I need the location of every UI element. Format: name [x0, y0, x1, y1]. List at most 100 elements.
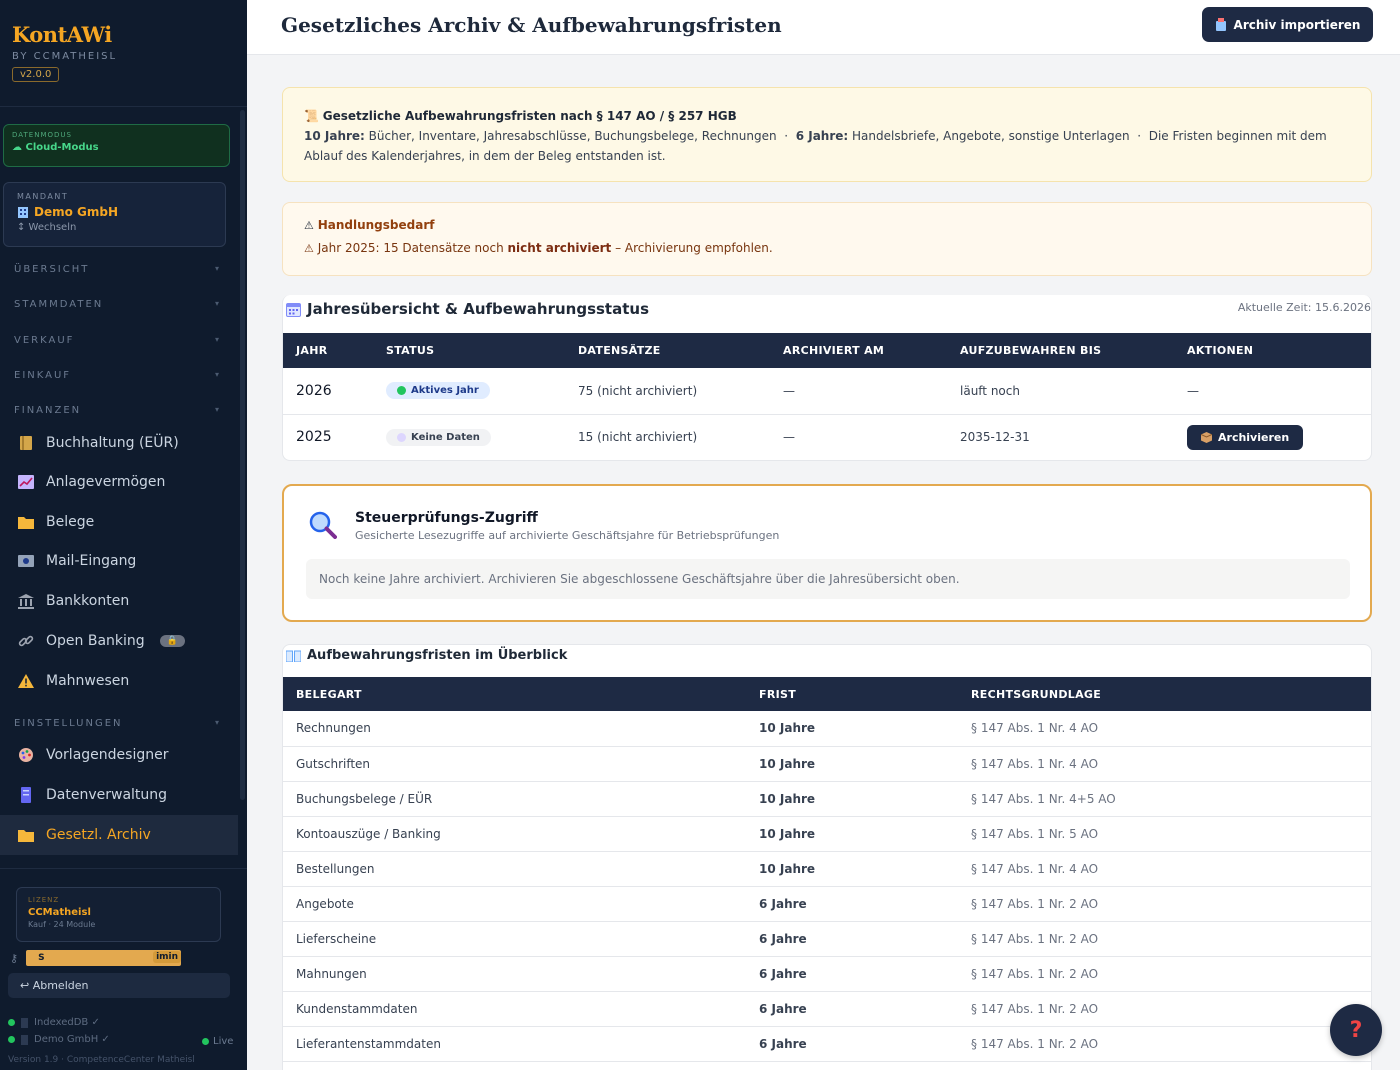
actions-cell: Archivieren [1174, 414, 1371, 460]
brand-title: KontAWi [12, 22, 112, 47]
action-title: Handlungsbedarf [317, 218, 435, 232]
status-live: Live [202, 1036, 233, 1047]
table-row: Kundenstammdaten 6 Jahre § 147 Abs. 1 Nr. … [283, 991, 1371, 1027]
col-period: FRIST [759, 687, 797, 701]
table-row: Mahnungen 6 Jahre § 147 Abs. 1 Nr. 2 AO [283, 956, 1371, 992]
year-overview-card: Jahresübersicht & Aufbewahrungsstatus Ak… [282, 295, 1372, 461]
sidebar-item-legal-archive[interactable]: Gesetzl. Archiv [0, 815, 238, 855]
sidebar-item-receipts[interactable]: Belege [0, 502, 238, 542]
data-mode-box[interactable]: DATENMODUS ☁ Cloud-Modus [3, 124, 230, 167]
sidebar-item-label: Buchhaltung (EÜR) [46, 435, 179, 451]
nav-section-overview[interactable]: ÜBERSICHT ▾ [14, 264, 219, 275]
status-client: Demo GmbH ✓ [8, 1034, 110, 1045]
user-initial: S [38, 953, 45, 963]
sidebar-item-label: Datenverwaltung [46, 787, 168, 803]
col-status: STATUS [386, 344, 435, 357]
nav-section-settings[interactable]: EINSTELLUNGEN ▾ [14, 718, 219, 729]
brand[interactable]: KontAWi BY CCMATHEISL v2.0.0 [12, 22, 117, 82]
archive-import-button[interactable]: Archiv importieren [1202, 7, 1373, 42]
retention-overview-title: Aufbewahrungsfristen im Überblick [286, 648, 567, 663]
sidebar-scrollbar[interactable] [240, 110, 245, 800]
info-ten-label: 10 Jahre: [304, 129, 365, 143]
sidebar-item-open-banking[interactable]: Open Banking 🔒 [0, 621, 238, 661]
mail-icon [17, 553, 34, 570]
warning-icon [17, 673, 34, 690]
table-row: Rechnungen 10 Jahre § 147 Abs. 1 Nr. 4 AO [283, 711, 1371, 747]
records-cell: 75 (nicht archiviert) [565, 368, 770, 415]
link-icon [17, 633, 34, 650]
archived-cell: — [770, 368, 947, 415]
keep-until-cell: läuft noch [947, 368, 1174, 415]
logout-button[interactable]: ↩ Abmelden [8, 973, 230, 998]
sidebar-item-data-management[interactable]: Datenverwaltung [0, 775, 238, 815]
folder-icon [17, 514, 34, 531]
chart-icon [17, 474, 34, 491]
status-cell: Keine Daten [373, 414, 565, 460]
period-cell: 10 Jahre [746, 711, 958, 747]
sidebar-item-template-designer[interactable]: Vorlagendesigner [0, 735, 238, 775]
warning-icon: ⚠ [304, 219, 314, 232]
period-cell: 10 Jahre [746, 851, 958, 887]
sidebar-item-bookkeeping[interactable]: Buchhaltung (EÜR) [0, 423, 238, 463]
table-row: 2026 Aktives Jahr 75 (nicht archiviert) … [283, 368, 1371, 415]
sidebar-item-assets[interactable]: Anlagevermögen [0, 462, 238, 502]
palette-icon [17, 747, 34, 764]
table-row: Lieferantenstammdaten 6 Jahre § 147 Abs. 1… [283, 1026, 1371, 1062]
version-badge: v2.0.0 [12, 67, 60, 82]
document-type-cell: Mahnungen [283, 956, 746, 992]
col-actions: AKTIONEN [1187, 344, 1254, 357]
sidebar-item-label: Bankkonten [46, 593, 130, 609]
user-role-badge: imin [153, 951, 182, 963]
actions-cell: — [1174, 368, 1371, 415]
sidebar-item-label: Gesetzl. Archiv [46, 827, 151, 843]
license-name: CCMatheisl [28, 907, 91, 918]
nav-section-finance[interactable]: FINANZEN ▾ [14, 405, 219, 416]
client-switch-link[interactable]: ↕ Wechseln [17, 222, 212, 233]
nav-section-sales[interactable]: VERKAUF ▾ [14, 335, 219, 346]
table-row: 2025 Keine Daten 15 (nicht archiviert) —… [283, 414, 1371, 460]
status-badge: Aktives Jahr [386, 382, 490, 400]
license-label: LIZENZ [28, 896, 60, 904]
archive-import-label: Archiv importieren [1233, 17, 1361, 32]
document-type-cell: Bestellungen [283, 851, 746, 887]
info-six-label: 6 Jahre: [795, 129, 849, 143]
folder-icon [17, 827, 34, 844]
legal-basis-cell: § 147 Abs. 1 Nr. 4+5 AO [958, 781, 1371, 817]
help-button[interactable]: ? [1330, 1004, 1382, 1056]
action-title-row: ⚠ Handlungsbedarf [304, 218, 1350, 232]
document-type-cell: Angebote [283, 886, 746, 922]
legal-basis-cell: § 147 Abs. 1 Nr. 2 AO [958, 886, 1371, 922]
chevron-icon: ▾ [214, 335, 219, 344]
nav-section-purchasing[interactable]: EINKAUF ▾ [14, 370, 219, 381]
sidebar-item-label: Open Banking [46, 633, 145, 649]
document-type-cell: Kontoauszüge / Banking [283, 816, 746, 852]
client-switcher[interactable]: MANDANT Demo GmbH ↕ Wechseln [3, 182, 226, 247]
nav-section-masterdata[interactable]: STAMMDATEN ▾ [14, 299, 219, 310]
col-document-type: BELEGART [296, 687, 362, 701]
period-cell: 6 Jahre [746, 921, 958, 957]
records-cell: 15 (nicht archiviert) [565, 414, 770, 460]
year-cell: 2026 [283, 368, 373, 415]
year-cell: 2025 [283, 414, 373, 460]
sidebar-item-mail-inbox[interactable]: Mail-Eingang [0, 541, 238, 581]
sidebar-item-bank-accounts[interactable]: Bankkonten [0, 581, 238, 621]
sidebar-item-dunning[interactable]: Mahnwesen [0, 661, 238, 701]
user-row[interactable]: ⚷ S imin [10, 950, 190, 966]
current-time: Aktuelle Zeit: 15.6.2026 [1237, 301, 1371, 314]
retention-overview-card: Aufbewahrungsfristen im Überblick BELEGA… [282, 644, 1372, 1070]
period-cell: 6 Jahre [746, 886, 958, 922]
period-cell: 10 Jahre [746, 746, 958, 782]
col-legal-basis: RECHTSGRUNDLAGE [971, 687, 1102, 701]
table-row: Bestellungen 10 Jahre § 147 Abs. 1 Nr. 4 A… [283, 851, 1371, 887]
client-name: Demo GmbH [34, 205, 119, 219]
document-type-cell: Lieferscheine [283, 921, 746, 957]
period-cell: 6 Jahre [746, 956, 958, 992]
license-box[interactable]: LIZENZ CCMatheisl Kauf · 24 Module [16, 887, 221, 942]
keep-until-cell: 2035-12-31 [947, 414, 1174, 460]
user-name-bar: S imin [26, 950, 182, 966]
chevron-icon: ▾ [214, 718, 219, 727]
info-six-text: Handelsbriefe, Angebote, sonstige Unterl… [852, 129, 1130, 143]
archive-year-button[interactable]: Archivieren [1187, 424, 1304, 450]
table-row: Lieferscheine 6 Jahre § 147 Abs. 1 Nr. 2 A… [283, 921, 1371, 957]
status-dot [8, 1036, 15, 1043]
